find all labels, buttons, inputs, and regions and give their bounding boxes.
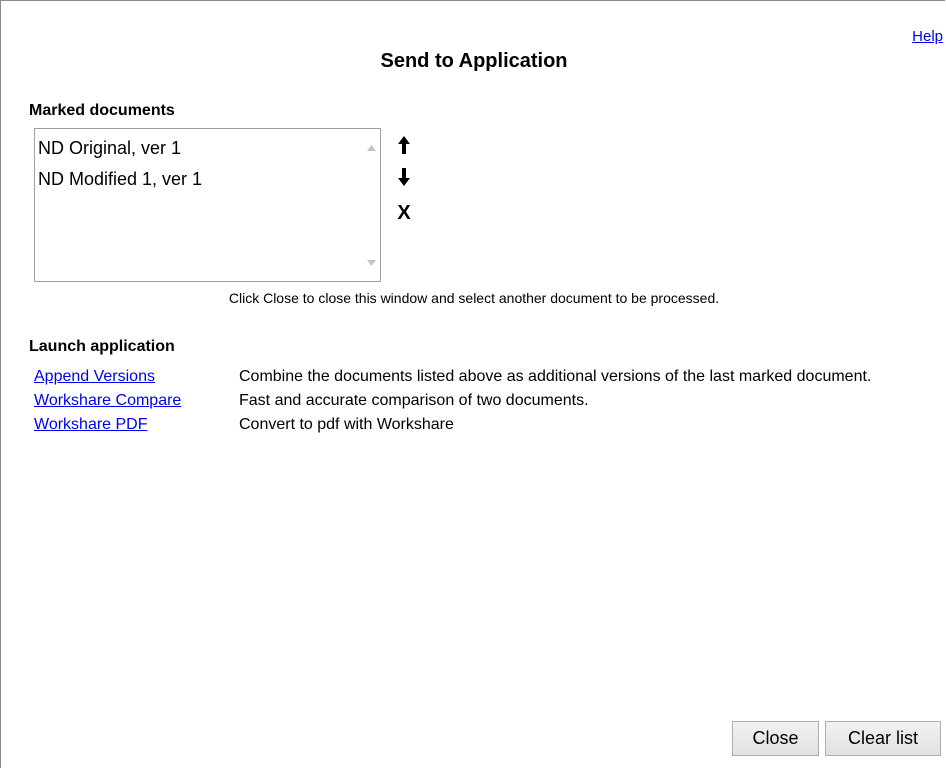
marked-documents-label: Marked documents — [29, 102, 175, 119]
workshare-pdf-description: Convert to pdf with Workshare — [239, 416, 454, 433]
scrollbar[interactable] — [363, 129, 380, 281]
clear-list-button[interactable]: Clear list — [825, 721, 941, 756]
workshare-compare-description: Fast and accurate comparison of two docu… — [239, 392, 589, 409]
marked-documents-list[interactable]: ND Original, ver 1 ND Modified 1, ver 1 — [34, 128, 381, 282]
send-to-application-window: Help Send to Application Marked document… — [0, 0, 945, 768]
app-row-workshare-pdf: Workshare PDF Convert to pdf with Worksh… — [34, 415, 934, 434]
remove-document-button[interactable]: X — [394, 202, 414, 224]
list-items: ND Original, ver 1 ND Modified 1, ver 1 — [35, 129, 363, 281]
append-versions-link[interactable]: Append Versions — [34, 367, 239, 386]
arrow-up-icon[interactable] — [394, 134, 414, 156]
workshare-pdf-link[interactable]: Workshare PDF — [34, 415, 239, 434]
app-row-append-versions: Append Versions Combine the documents li… — [34, 367, 934, 386]
help-link[interactable]: Help — [912, 28, 943, 45]
arrow-down-icon[interactable] — [394, 166, 414, 188]
launch-application-label: Launch application — [29, 338, 175, 355]
append-versions-description: Combine the documents listed above as ad… — [239, 368, 872, 385]
close-button[interactable]: Close — [732, 721, 819, 756]
scroll-down-icon[interactable] — [363, 254, 380, 271]
page-title: Send to Application — [380, 50, 568, 72]
close-hint-text: Click Close to close this window and sel… — [228, 290, 720, 306]
scroll-up-icon[interactable] — [363, 139, 380, 156]
app-row-workshare-compare: Workshare Compare Fast and accurate comp… — [34, 391, 934, 410]
list-item[interactable]: ND Modified 1, ver 1 — [38, 164, 363, 195]
application-list: Append Versions Combine the documents li… — [34, 367, 934, 439]
workshare-compare-link[interactable]: Workshare Compare — [34, 391, 239, 410]
list-item[interactable]: ND Original, ver 1 — [38, 133, 363, 164]
